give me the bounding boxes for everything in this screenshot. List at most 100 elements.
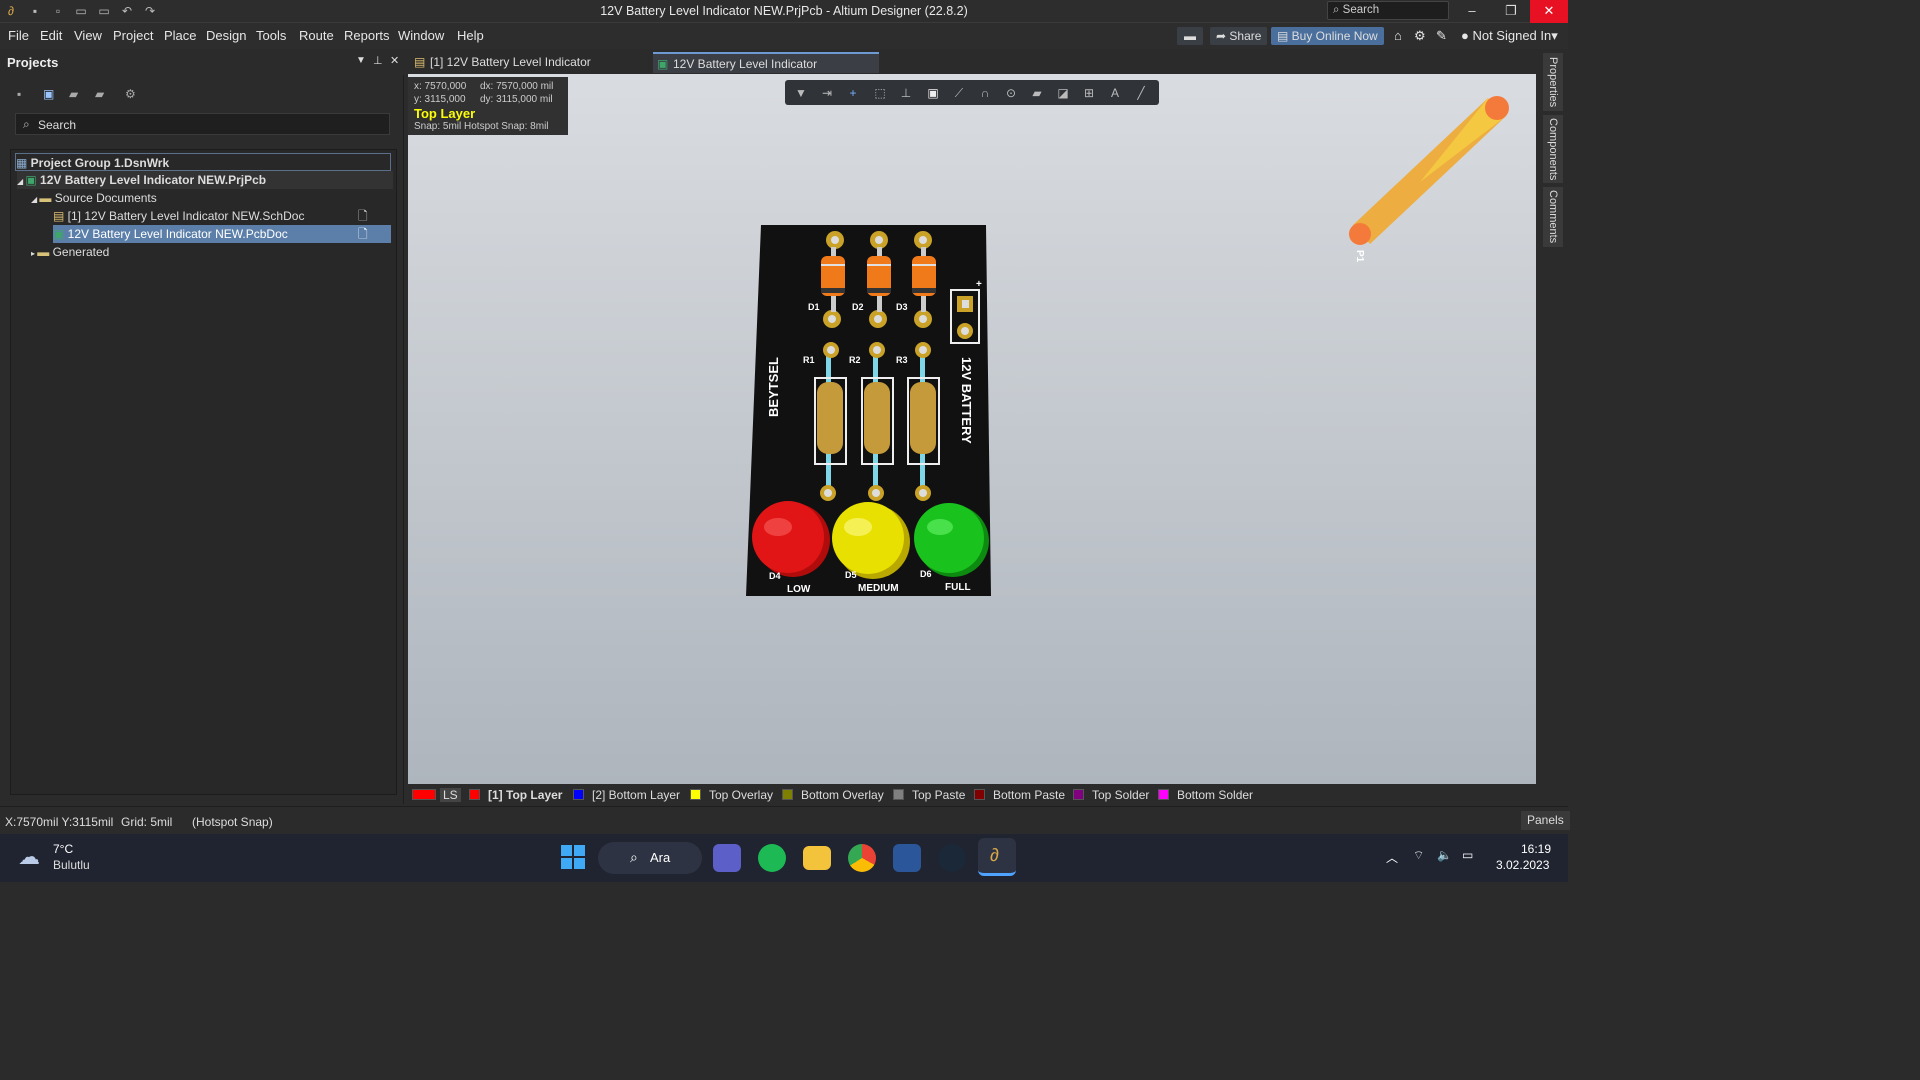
- tree-item-project-group[interactable]: ▦ Project Group 1.DsnWrk: [15, 153, 391, 171]
- menu-tools[interactable]: Tools: [256, 28, 286, 43]
- spotify-icon[interactable]: [758, 844, 786, 872]
- teams-icon[interactable]: [713, 844, 741, 872]
- menu-help[interactable]: Help: [457, 28, 484, 43]
- layer-tab-top-paste[interactable]: Top Paste: [893, 787, 965, 803]
- label-medium: MEDIUM: [858, 583, 899, 594]
- open-icon[interactable]: ▭: [73, 3, 89, 19]
- layer-tab-bottom-overlay[interactable]: Bottom Overlay: [782, 787, 884, 803]
- layer-tab-top-layer[interactable]: [1] Top Layer: [469, 787, 562, 803]
- layer-tab-label: Bottom Overlay: [801, 788, 884, 802]
- open-project-icon[interactable]: ▭: [96, 3, 112, 19]
- panel-settings-icon[interactable]: ⚙: [125, 87, 136, 101]
- share-button[interactable]: ➦ Share: [1210, 27, 1268, 45]
- panel-close-icon[interactable]: ✕: [390, 54, 399, 67]
- global-search-input[interactable]: ⌕ Search: [1327, 1, 1449, 20]
- word-icon[interactable]: [893, 844, 921, 872]
- filter-icon[interactable]: ▼: [793, 85, 809, 101]
- windows-taskbar: ☁ 7°C Bulutlu ⌕ Ara ∂ ︿ ⌔ 🔈 ▭ 16:19 3.02…: [0, 834, 1568, 882]
- clock-date[interactable]: 3.02.2023: [1496, 858, 1549, 872]
- chrome-icon[interactable]: [848, 844, 876, 872]
- menu-window[interactable]: Window: [398, 28, 444, 43]
- menu-reports[interactable]: Reports: [344, 28, 390, 43]
- tree-item-generated[interactable]: ▸ ▬ Generated: [31, 243, 109, 261]
- layer-set-button[interactable]: LS: [412, 787, 461, 803]
- route-icon[interactable]: ⟋: [951, 85, 967, 101]
- layer-color-swatch: [1073, 789, 1084, 800]
- tab-components[interactable]: Components: [1543, 115, 1563, 183]
- panels-button[interactable]: Panels: [1521, 811, 1570, 830]
- windows-logo-icon: [561, 845, 585, 869]
- pin-icon[interactable]: ⊥: [373, 54, 383, 67]
- close-document-icon[interactable]: ▰: [69, 87, 78, 101]
- menu-design[interactable]: Design: [206, 28, 246, 43]
- component-icon[interactable]: ▣: [925, 85, 941, 101]
- align-icon[interactable]: ⊥: [898, 85, 914, 101]
- taskbar-search[interactable]: ⌕ Ara: [598, 842, 702, 874]
- tree-item-pcbdoc[interactable]: ▣ 12V Battery Level Indicator NEW.PcbDoc…: [53, 225, 391, 243]
- interactive-route-icon[interactable]: ⇥: [819, 85, 835, 101]
- volume-icon[interactable]: 🔈: [1437, 848, 1452, 862]
- panel-menu-icon[interactable]: ▼: [356, 55, 366, 66]
- tree-item-project[interactable]: ◢ ▣ 12V Battery Level Indicator NEW.PrjP…: [17, 171, 393, 189]
- undo-icon[interactable]: ↶: [119, 3, 135, 19]
- keepout-icon[interactable]: ◪: [1055, 85, 1071, 101]
- tree-item-schdoc[interactable]: ▤ [1] 12V Battery Level Indicator NEW.Sc…: [53, 207, 387, 225]
- save-all-icon[interactable]: ▫: [50, 3, 66, 19]
- layer-tab-top-overlay[interactable]: Top Overlay: [690, 787, 773, 803]
- tree-item-source-documents[interactable]: ◢ ▬ Source Documents: [31, 189, 157, 207]
- buy-online-button[interactable]: ▤ Buy Online Now: [1271, 27, 1384, 45]
- menu-edit[interactable]: Edit: [40, 28, 62, 43]
- select-rect-icon[interactable]: ⬚: [872, 85, 888, 101]
- pcb-3d-canvas[interactable]: D1 D2 D3 R1 R2 R3 D4 D5 D6 + LOW MEDIUM …: [408, 74, 1536, 784]
- compile-icon[interactable]: ▣: [43, 87, 54, 101]
- label-full: FULL: [945, 582, 971, 593]
- dimension-icon[interactable]: ⊞: [1081, 85, 1097, 101]
- tree-item-label: Project Group 1.DsnWrk: [30, 156, 170, 170]
- settings-gear-icon[interactable]: ⚙: [1414, 28, 1426, 44]
- layer-tab-bottom-solder[interactable]: Bottom Solder: [1158, 787, 1253, 803]
- minimize-button[interactable]: –: [1453, 0, 1491, 23]
- battery-icon[interactable]: ▭: [1462, 848, 1473, 862]
- file-explorer-icon[interactable]: [803, 846, 831, 870]
- clock-time[interactable]: 16:19: [1521, 842, 1551, 856]
- string-text-icon[interactable]: A: [1107, 85, 1123, 101]
- wifi-icon[interactable]: ⌔: [1413, 848, 1424, 863]
- account-menu[interactable]: ● Not Signed In▾: [1461, 28, 1558, 44]
- crosshair-icon[interactable]: +: [845, 85, 861, 101]
- chevron-up-icon[interactable]: ︿: [1386, 849, 1398, 866]
- menu-route[interactable]: Route: [299, 28, 334, 43]
- cursor-dy: dy: 3115,000 mil: [480, 94, 553, 105]
- menu-project[interactable]: Project: [113, 28, 153, 43]
- diff-pair-icon[interactable]: ∩: [977, 85, 993, 101]
- chat-icon[interactable]: ▬: [1177, 27, 1203, 45]
- redo-icon[interactable]: ↷: [142, 3, 158, 19]
- steam-icon[interactable]: [938, 844, 966, 872]
- polygon-icon[interactable]: ▰: [1029, 85, 1045, 101]
- home-icon[interactable]: ⌂: [1394, 28, 1402, 43]
- document-icon: 🗋: [358, 209, 368, 223]
- tab-schdoc[interactable]: ▤ [1] 12V Battery Level Indicator NEW.Sc…: [410, 52, 654, 90]
- layer-tab-bottom-paste[interactable]: Bottom Paste: [974, 787, 1065, 803]
- notifications-icon[interactable]: ✎: [1436, 28, 1447, 44]
- account-label: Not Signed In: [1472, 28, 1552, 43]
- tab-pcbdoc[interactable]: ▣ 12V Battery Level Indicator NEW.PcbDoc: [653, 52, 879, 92]
- layer-tab-label: Top Paste: [912, 788, 966, 802]
- save-icon[interactable]: ▪: [27, 3, 43, 19]
- altium-taskbar-icon[interactable]: ∂: [978, 838, 1016, 876]
- menu-place[interactable]: Place: [164, 28, 197, 43]
- layer-tab-top-solder[interactable]: Top Solder: [1073, 787, 1149, 803]
- via-icon[interactable]: ⊙: [1003, 85, 1019, 101]
- tab-comments[interactable]: Comments: [1543, 187, 1563, 247]
- menu-file[interactable]: File: [8, 28, 29, 43]
- start-button[interactable]: [560, 844, 586, 870]
- refdes-d3: D3: [896, 302, 908, 312]
- close-button[interactable]: ✕: [1530, 0, 1568, 23]
- restore-button[interactable]: ❐: [1492, 0, 1530, 23]
- save-project-icon[interactable]: ▪: [17, 87, 21, 101]
- layer-tab-bottom-layer[interactable]: [2] Bottom Layer: [573, 787, 680, 803]
- projects-search-input[interactable]: ⌕ Search: [15, 113, 390, 135]
- menu-view[interactable]: View: [74, 28, 102, 43]
- project-options-icon[interactable]: ▰: [95, 87, 104, 101]
- tab-properties[interactable]: Properties: [1543, 53, 1563, 111]
- line-icon[interactable]: ╱: [1133, 85, 1149, 101]
